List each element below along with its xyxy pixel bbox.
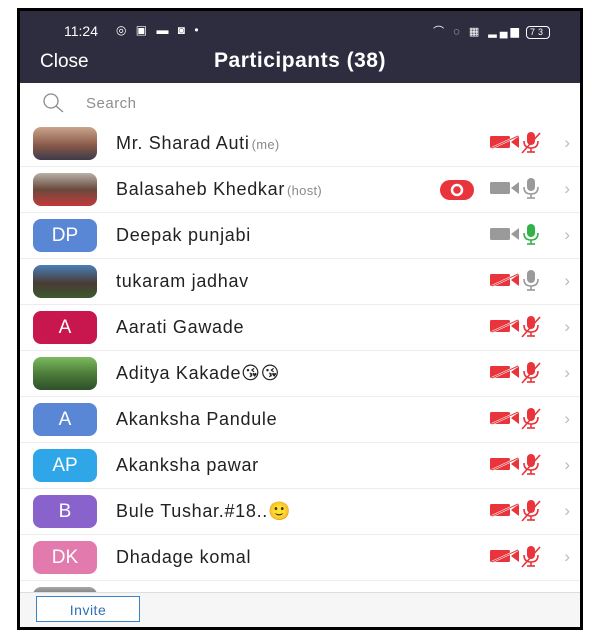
participant-name-text: Akanksha pawar — [116, 455, 259, 475]
participant-name-text: Balasaheb Khedkar — [116, 179, 286, 199]
app-frame: 11:24 ◎ ▣ ▬ ◙ • ⌒ ◌ ▦ ▂▄▆ 73 Close Partic… — [17, 8, 583, 630]
chevron-right-icon[interactable]: › — [564, 501, 570, 521]
chevron-right-icon[interactable]: › — [564, 317, 570, 337]
participant-name-text: Dhadage komal — [116, 547, 252, 567]
video-off-icon — [490, 457, 520, 476]
participant-row[interactable]: DK Dhadage komal › — [20, 535, 580, 581]
participant-list: Mr. Sharad Auti (me) › Balasaheb Khedkar (ho… — [20, 121, 580, 627]
participant-name-text: Deepak punjabi — [116, 225, 251, 245]
avatar — [33, 173, 97, 206]
video-off-icon — [490, 135, 520, 154]
participant-controls: › — [430, 453, 570, 479]
chevron-right-icon[interactable]: › — [564, 547, 570, 567]
video-off-icon — [490, 319, 520, 338]
video-icon — [490, 181, 520, 200]
chevron-right-icon[interactable]: › — [564, 271, 570, 291]
mic-icon — [520, 269, 542, 298]
participant-name: Mr. Sharad Auti (me) — [116, 133, 280, 154]
participant-controls: › — [430, 223, 570, 249]
participant-name: Deepak punjabi — [116, 225, 251, 246]
video-off-icon — [490, 549, 520, 568]
participant-controls: › — [430, 545, 570, 571]
header: 11:24 ◎ ▣ ▬ ◙ • ⌒ ◌ ▦ ▂▄▆ 73 Close Partic… — [20, 11, 580, 83]
video-icon — [490, 227, 520, 246]
participant-row[interactable]: Mr. Sharad Auti (me) › — [20, 121, 580, 167]
participant-controls: › — [430, 407, 570, 433]
participant-name: Akanksha Pandule — [116, 409, 277, 430]
participant-name-text: Aditya Kakade😘😘 — [116, 363, 281, 383]
participant-name: Bule Tushar.#18..🙂 — [116, 501, 291, 522]
video-off-icon — [490, 503, 520, 522]
avatar: DK — [33, 541, 97, 574]
video-off-icon — [490, 365, 520, 384]
notification-icons: ◎ ▣ ▬ ◙ • — [116, 23, 202, 37]
chevron-right-icon[interactable]: › — [564, 409, 570, 429]
avatar: A — [33, 403, 97, 436]
participant-name: Balasaheb Khedkar (host) — [116, 179, 322, 200]
participant-role: (me) — [251, 137, 280, 152]
avatar — [33, 357, 97, 390]
mic-muted-icon — [520, 315, 542, 344]
chevron-right-icon[interactable]: › — [564, 363, 570, 383]
mic-muted-icon — [520, 131, 542, 160]
participant-row[interactable]: AP Akanksha pawar › — [20, 443, 580, 489]
battery-icon: 73 — [525, 26, 550, 39]
status-bar: 11:24 ◎ ▣ ▬ ◙ • ⌒ ◌ ▦ ▂▄▆ 73 — [20, 11, 580, 41]
participant-name: Aditya Kakade😘😘 — [116, 363, 280, 384]
page-title: Participants (38) — [214, 49, 386, 72]
mic-muted-icon — [520, 407, 542, 436]
avatar: DP — [33, 219, 97, 252]
mic-icon — [520, 177, 542, 206]
clock: 11:24 — [64, 23, 98, 39]
avatar: B — [33, 495, 97, 528]
chevron-right-icon[interactable]: › — [564, 455, 570, 475]
participant-name-text: tukaram jadhav — [116, 271, 249, 291]
chevron-right-icon[interactable]: › — [564, 133, 570, 153]
search-input[interactable] — [84, 91, 488, 115]
participant-name: Akanksha pawar — [116, 455, 259, 476]
video-off-icon — [490, 273, 520, 292]
participant-row[interactable]: A Akanksha Pandule › — [20, 397, 580, 443]
mic-muted-icon — [520, 361, 542, 390]
participant-controls: › — [430, 131, 570, 157]
participant-name: Aarati Gawade — [116, 317, 244, 338]
mic-muted-icon — [520, 453, 542, 482]
participant-role: (host) — [287, 183, 323, 198]
participant-controls: › — [430, 315, 570, 341]
mic-muted-icon — [520, 499, 542, 528]
participant-name-text: Akanksha Pandule — [116, 409, 278, 429]
participant-controls: › — [430, 177, 570, 203]
bottom-bar: Invite — [20, 592, 580, 627]
participant-controls: › — [430, 499, 570, 525]
nav-bar: Close Participants (38) — [20, 45, 580, 83]
avatar: AP — [33, 449, 97, 482]
participant-name: tukaram jadhav — [116, 271, 249, 292]
mic-icon — [520, 223, 542, 252]
avatar: A — [33, 311, 97, 344]
participant-row[interactable]: B Bule Tushar.#18..🙂 › — [20, 489, 580, 535]
search-icon — [43, 93, 64, 113]
mic-muted-icon — [520, 545, 542, 574]
chevron-right-icon[interactable]: › — [564, 179, 570, 199]
participant-row[interactable]: Aditya Kakade😘😘 › — [20, 351, 580, 397]
participant-controls: › — [430, 361, 570, 387]
recording-icon — [440, 180, 474, 205]
invite-button[interactable]: Invite — [36, 596, 140, 622]
participant-name-text: Aarati Gawade — [116, 317, 245, 337]
participant-row[interactable]: A Aarati Gawade › — [20, 305, 580, 351]
participant-row[interactable]: DP Deepak punjabi › — [20, 213, 580, 259]
avatar — [33, 127, 97, 160]
participant-name-text: Bule Tushar.#18..🙂 — [116, 501, 292, 521]
video-off-icon — [490, 411, 520, 430]
participant-name: Dhadage komal — [116, 547, 251, 568]
search-bar — [20, 83, 580, 122]
participant-controls: › — [430, 269, 570, 295]
avatar — [33, 265, 97, 298]
participant-row[interactable]: tukaram jadhav › — [20, 259, 580, 305]
system-icons: ⌒ ◌ ▦ ▂▄▆ 73 — [433, 23, 550, 39]
chevron-right-icon[interactable]: › — [564, 225, 570, 245]
participant-row[interactable]: Balasaheb Khedkar (host) › — [20, 167, 580, 213]
participant-name-text: Mr. Sharad Auti — [116, 133, 250, 153]
